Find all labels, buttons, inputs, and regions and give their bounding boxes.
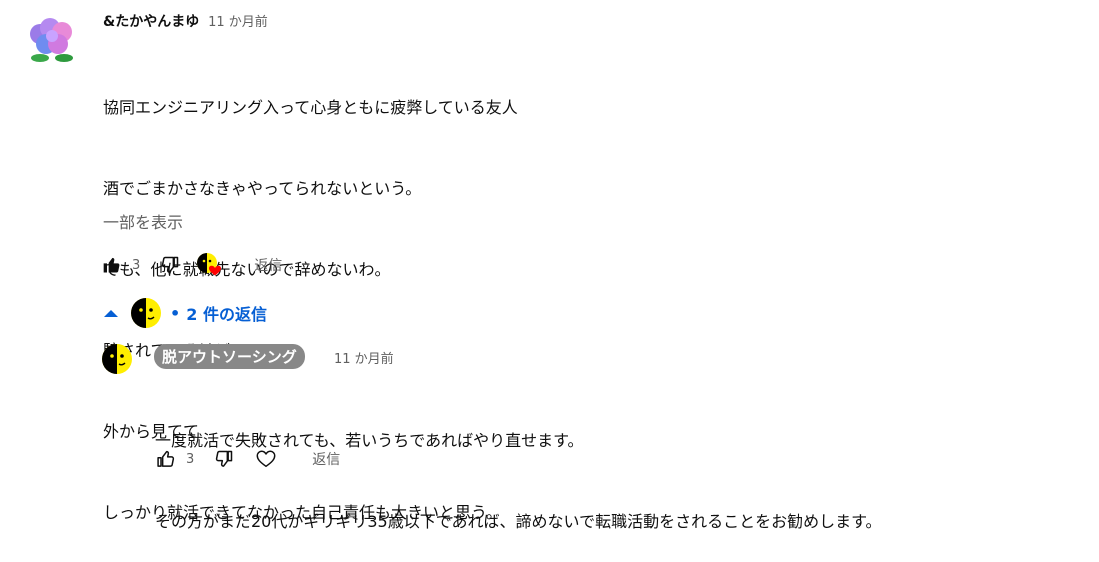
- replies-dot: •: [170, 303, 181, 323]
- comment-line: 協同エンジニアリング入って心身ともに疲弊している友人: [103, 98, 518, 117]
- creator-avatar: [130, 297, 162, 329]
- reply-time[interactable]: 11 か月前: [334, 348, 394, 367]
- replies-toggle[interactable]: • 2 件の返信: [100, 296, 267, 330]
- hydrangea-avatar[interactable]: [24, 12, 80, 68]
- reply-avatar[interactable]: [101, 343, 133, 375]
- heart-outline-icon[interactable]: [254, 447, 278, 471]
- thumbs-down-icon[interactable]: [158, 253, 182, 277]
- reply-button[interactable]: 返信: [312, 449, 340, 469]
- comment-author[interactable]: &たかやんまゆ: [103, 14, 199, 30]
- reply-like-count: 3: [186, 451, 195, 467]
- reply-author-badge[interactable]: 脱アウトソーシング: [154, 344, 305, 369]
- chevron-up-icon: [100, 308, 122, 318]
- reply-action-bar: 3 返信: [154, 446, 340, 472]
- thumbs-up-icon[interactable]: [100, 253, 124, 277]
- reply-line: その方がまだ20代かギリギリ35歳以下であれば、諦めないで転職活動をされることを…: [155, 512, 882, 531]
- show-less-button[interactable]: 一部を表示: [103, 209, 183, 233]
- comment-line: 酒でごまかさなきゃやってられないという。: [103, 179, 422, 198]
- like-count: 3: [132, 257, 141, 273]
- thumbs-down-icon[interactable]: [212, 447, 236, 471]
- thumbs-up-icon[interactable]: [154, 447, 178, 471]
- creator-heart-icon: [196, 252, 226, 278]
- comment-time[interactable]: 11 か月前: [208, 15, 268, 30]
- comment-header: &たかやんまゆ 11 か月前: [103, 11, 268, 31]
- comment-action-bar: 3 返信: [100, 252, 282, 278]
- reply-button[interactable]: 返信: [254, 255, 282, 275]
- replies-count-label[interactable]: 2 件の返信: [186, 301, 267, 325]
